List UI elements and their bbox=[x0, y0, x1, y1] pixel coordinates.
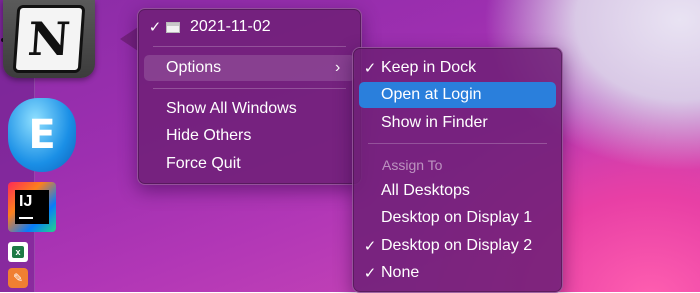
excel-app-icon[interactable]: x bbox=[8, 242, 28, 262]
all-desktops-item[interactable]: All Desktops bbox=[359, 178, 556, 204]
show-all-windows-item[interactable]: Show All Windows bbox=[144, 96, 355, 122]
menu-separator bbox=[153, 46, 346, 47]
options-label: Options bbox=[166, 59, 222, 76]
menu-pointer-arrow bbox=[120, 27, 138, 51]
desktop-display-1-label: Desktop on Display 1 bbox=[381, 209, 533, 226]
intellij-app-icon[interactable]: IJ bbox=[8, 182, 56, 232]
keep-in-dock-item[interactable]: ✓ Keep in Dock bbox=[359, 55, 556, 81]
pencil-icon: ✎ bbox=[12, 271, 24, 285]
options-submenu: ✓ Keep in Dock Open at Login Show in Fin… bbox=[352, 47, 563, 293]
window-item-label: 2021-11-02 bbox=[190, 18, 271, 35]
none-item[interactable]: ✓ None bbox=[359, 260, 556, 286]
show-all-windows-label: Show All Windows bbox=[166, 100, 297, 117]
menu-separator bbox=[368, 143, 547, 144]
check-icon: ✓ bbox=[148, 19, 162, 36]
hide-others-label: Hide Others bbox=[166, 127, 252, 144]
window-item-2021-11-02[interactable]: ✓ 2021-11-02 bbox=[144, 14, 355, 40]
intellij-logo: IJ bbox=[15, 190, 49, 224]
desktop-display-1-item[interactable]: Desktop on Display 1 bbox=[359, 205, 556, 231]
all-desktops-label: All Desktops bbox=[381, 182, 470, 199]
window-icon bbox=[166, 21, 180, 33]
keep-in-dock-label: Keep in Dock bbox=[381, 59, 477, 76]
check-icon: ✓ bbox=[363, 265, 377, 282]
check-icon: ✓ bbox=[363, 238, 377, 255]
excel-logo: x bbox=[12, 246, 24, 258]
check-icon: ✓ bbox=[363, 60, 377, 77]
chevron-right-icon: › bbox=[335, 59, 341, 76]
assign-to-heading: Assign To bbox=[382, 157, 443, 173]
lantern-app-icon[interactable]: E bbox=[8, 98, 76, 172]
open-at-login-label: Open at Login bbox=[381, 86, 482, 103]
menu-separator bbox=[153, 88, 346, 89]
notion-logo: N bbox=[12, 5, 86, 73]
desktop-display-2-label: Desktop on Display 2 bbox=[381, 237, 533, 254]
show-in-finder-item[interactable]: Show in Finder bbox=[359, 110, 556, 136]
desktop-display-2-item[interactable]: ✓ Desktop on Display 2 bbox=[359, 233, 556, 259]
hide-others-item[interactable]: Hide Others bbox=[144, 123, 355, 149]
lantern-logo: E bbox=[28, 112, 56, 158]
force-quit-item[interactable]: Force Quit bbox=[144, 151, 355, 177]
options-menu-item[interactable]: Options › bbox=[144, 55, 355, 81]
show-in-finder-label: Show in Finder bbox=[381, 114, 488, 131]
notion-app-icon[interactable]: N bbox=[3, 0, 95, 78]
open-at-login-item[interactable]: Open at Login bbox=[359, 82, 556, 108]
none-label: None bbox=[381, 264, 420, 281]
dock-context-menu: ✓ 2021-11-02 Options › Show All Windows … bbox=[137, 8, 362, 185]
force-quit-label: Force Quit bbox=[166, 155, 241, 172]
pencil-app-icon[interactable]: ✎ bbox=[8, 268, 28, 288]
